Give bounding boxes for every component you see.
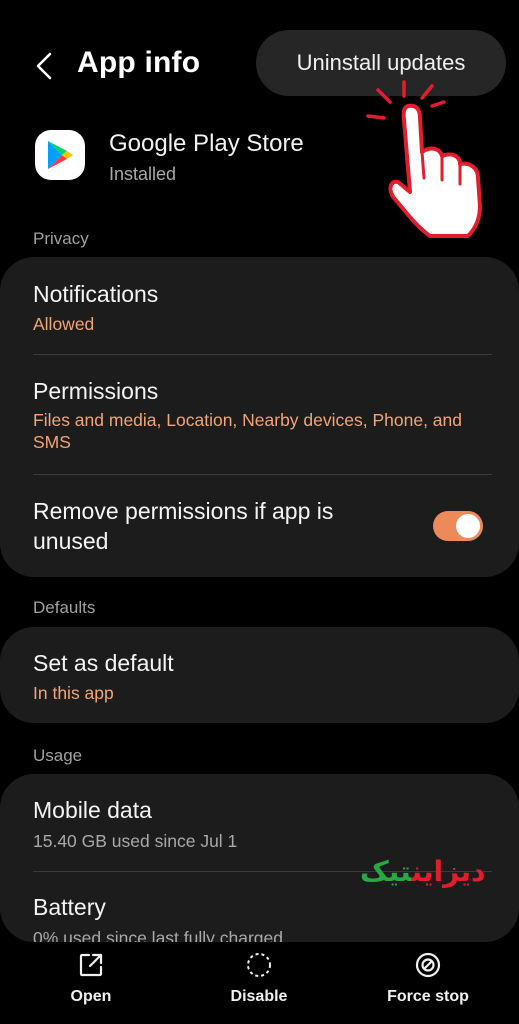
privacy-card: Notifications Allowed Permissions Files …: [0, 257, 519, 577]
back-button[interactable]: [28, 48, 60, 84]
bottom-action-bar: Open Disable Force stop: [0, 942, 519, 1024]
open-button[interactable]: Open: [31, 952, 151, 1018]
set-as-default-item[interactable]: Set as default In this app: [0, 627, 519, 723]
watermark-part1: دیزاین: [411, 855, 486, 888]
permissions-title: Permissions: [33, 378, 159, 404]
watermark-logo: دیزاینتیک: [360, 855, 485, 888]
remove-permissions-toggle[interactable]: [433, 511, 483, 541]
permissions-item[interactable]: Permissions Files and media, Location, N…: [0, 355, 519, 475]
notifications-title: Notifications: [33, 281, 159, 307]
notifications-item[interactable]: Notifications Allowed: [0, 257, 519, 355]
mobile-data-title: Mobile data: [33, 797, 152, 823]
disable-label: Disable: [230, 988, 288, 1005]
set-as-default-title: Set as default: [33, 650, 174, 676]
battery-title: Battery: [33, 894, 106, 920]
mobile-data-summary: 15.40 GB used since Jul 1: [33, 831, 238, 851]
section-label-defaults: Defaults: [33, 598, 96, 617]
pointing-hand-icon: [366, 80, 482, 238]
watermark-part2: تیک: [360, 855, 412, 888]
app-status: Installed: [109, 164, 177, 184]
force-stop-label: Force stop: [387, 988, 469, 1005]
defaults-card: Set as default In this app: [0, 627, 519, 723]
open-label: Open: [70, 988, 112, 1005]
disable-icon: [247, 953, 271, 977]
notifications-status: Allowed: [33, 314, 95, 334]
remove-permissions-title-line1: Remove permissions if app is: [33, 498, 334, 524]
play-store-icon: [35, 130, 85, 180]
page-title: App info: [77, 46, 201, 79]
force-stop-icon: [415, 952, 441, 978]
set-as-default-status: In this app: [33, 683, 114, 703]
section-label-usage: Usage: [33, 746, 83, 765]
back-arrow-icon: [36, 52, 52, 80]
battery-summary: 0% used since last fully charged: [33, 928, 283, 942]
section-label-privacy: Privacy: [33, 229, 89, 248]
force-stop-button[interactable]: Force stop: [368, 952, 488, 1018]
app-name: Google Play Store: [109, 130, 304, 157]
remove-permissions-title-line2: unused: [33, 528, 109, 554]
disable-button[interactable]: Disable: [199, 952, 319, 1018]
toggle-knob: [456, 514, 480, 538]
permissions-summary: Files and media, Location, Nearby device…: [33, 410, 463, 452]
open-icon: [79, 953, 103, 977]
